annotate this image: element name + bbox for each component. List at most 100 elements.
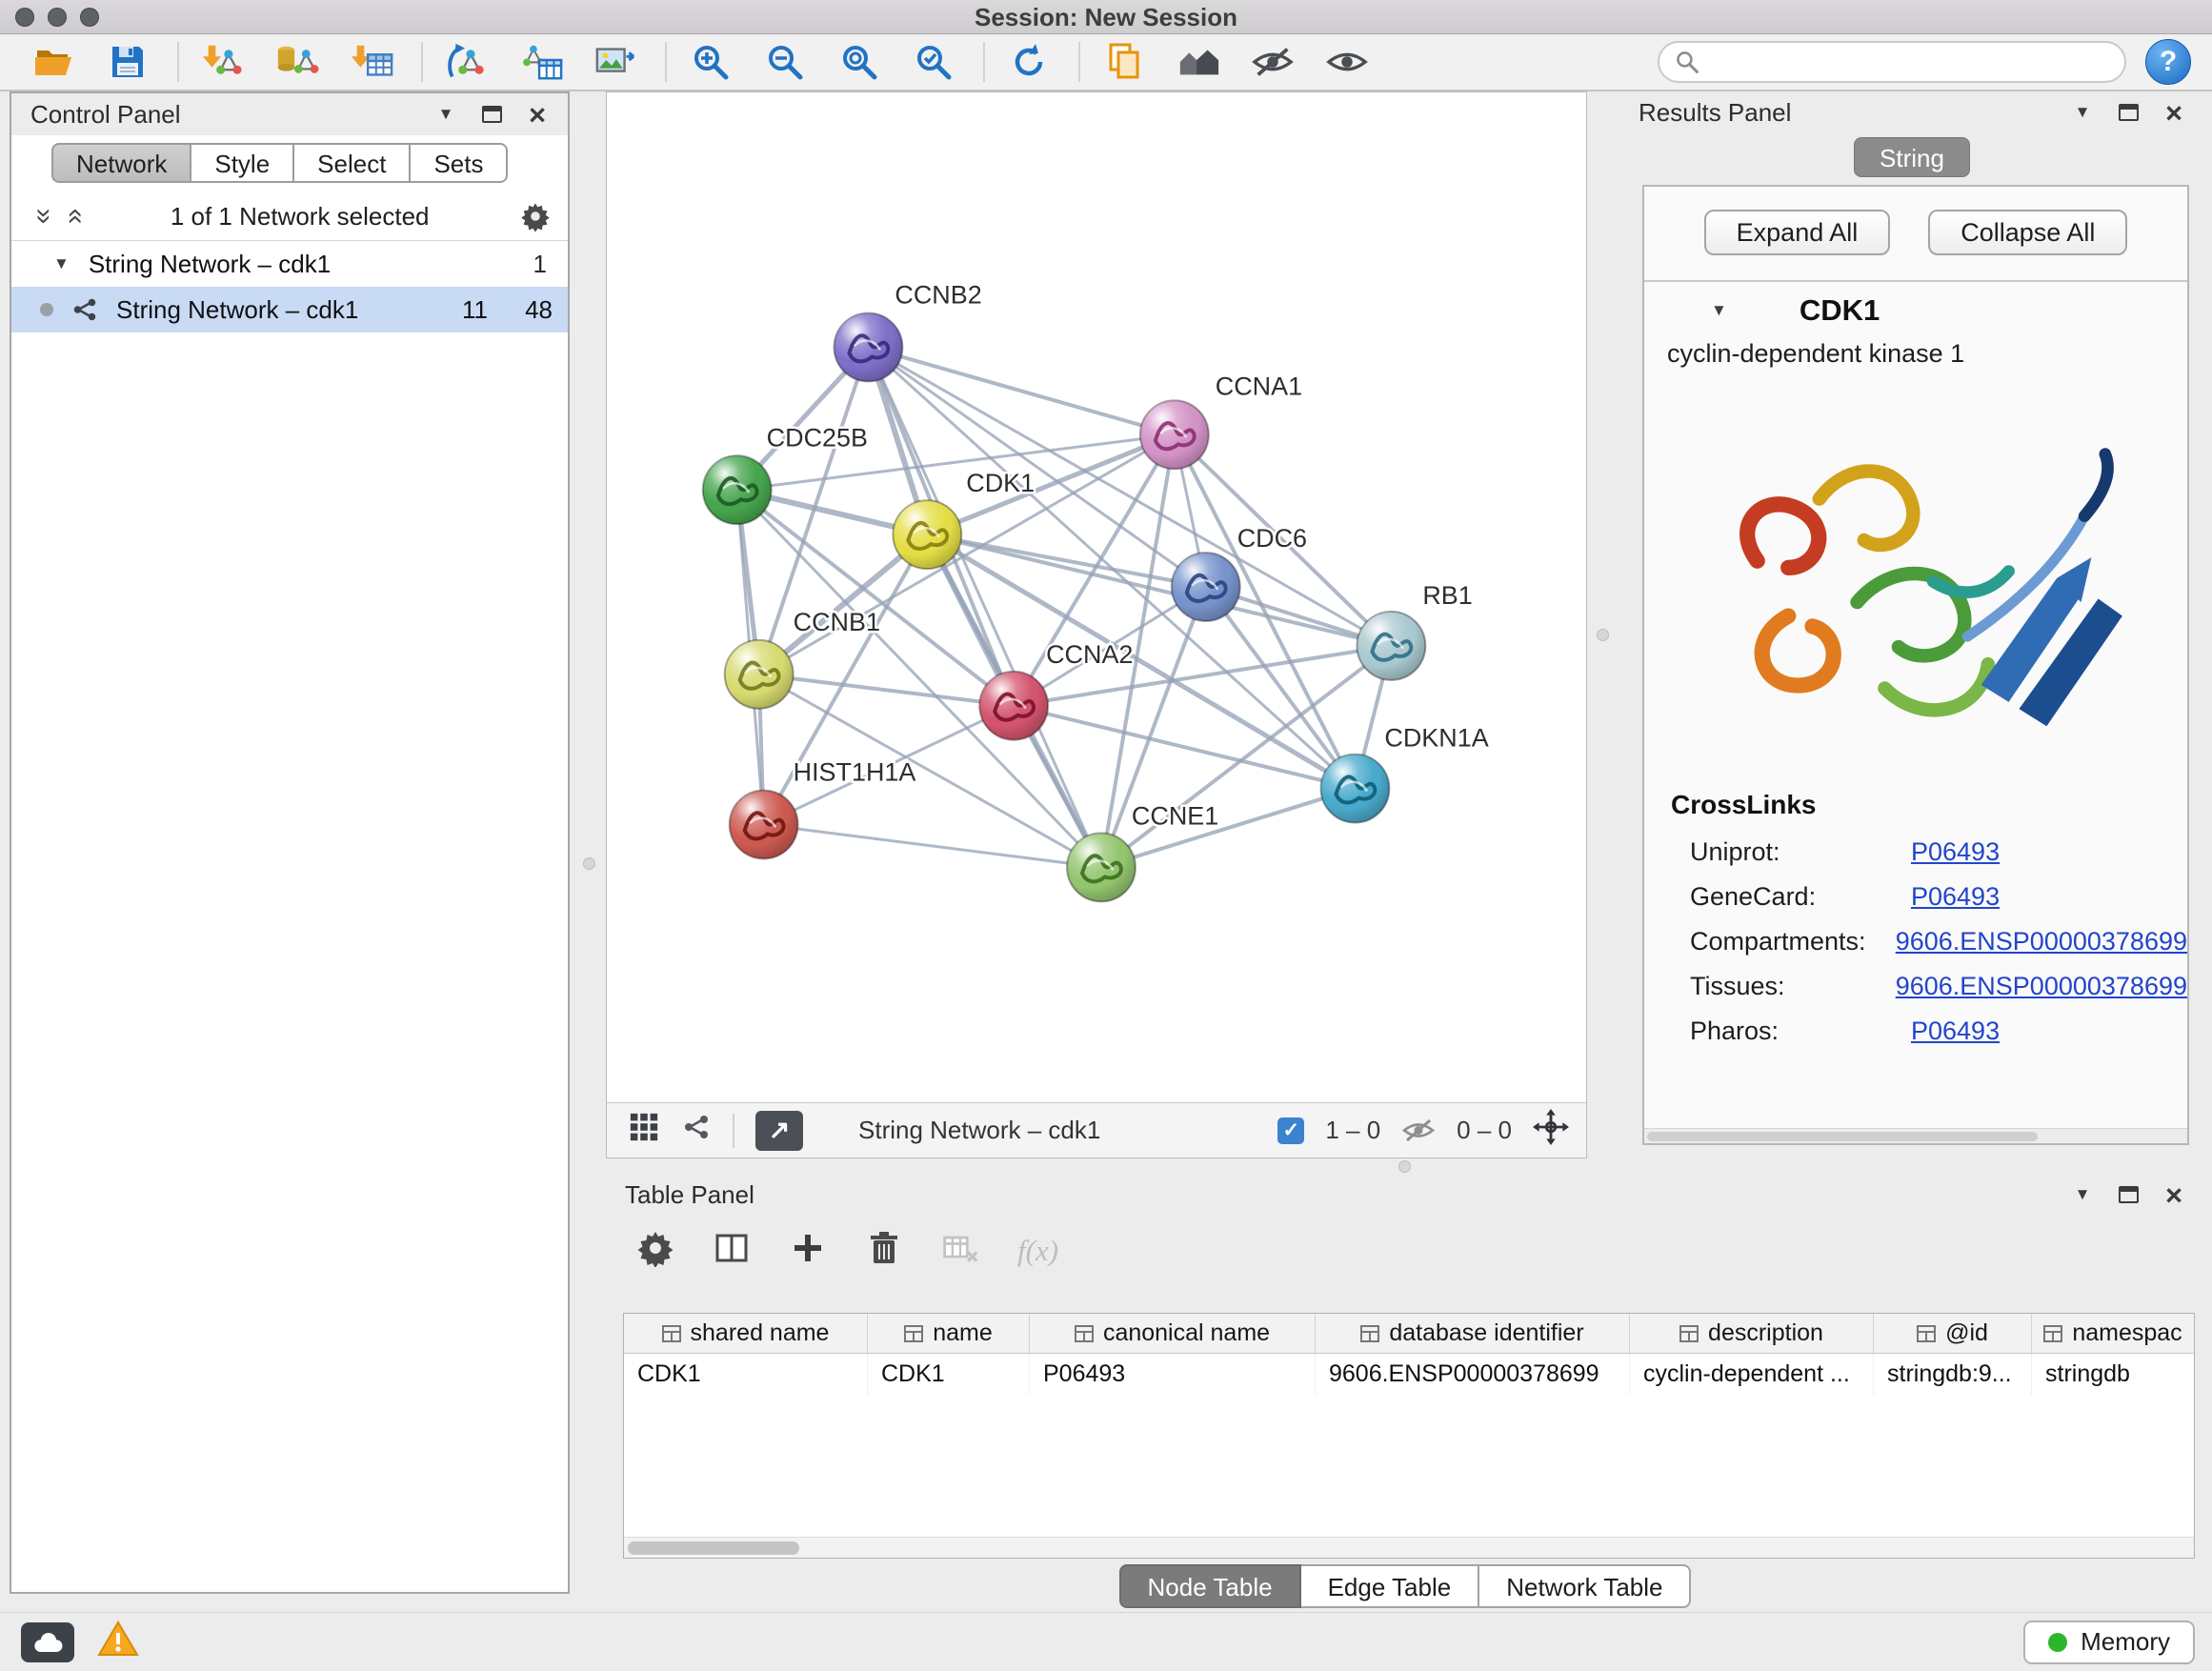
- selected-elements-checkbox[interactable]: ✓: [1277, 1117, 1304, 1144]
- zoom-fit-button[interactable]: [833, 37, 886, 87]
- copy-documents-button[interactable]: [1097, 37, 1151, 87]
- panel-menu-icon[interactable]: ▼: [429, 99, 463, 130]
- float-panel-icon[interactable]: [474, 99, 509, 130]
- detach-view-button[interactable]: ↗: [755, 1111, 803, 1151]
- close-panel-icon[interactable]: ×: [2157, 1179, 2191, 1210]
- cell-shared-name[interactable]: CDK1: [624, 1354, 868, 1395]
- save-session-button[interactable]: [101, 37, 154, 87]
- network-node-CDC6[interactable]: [1172, 553, 1240, 621]
- close-panel-icon[interactable]: ×: [520, 99, 554, 130]
- search-box[interactable]: [1658, 41, 2126, 83]
- open-session-button[interactable]: [27, 37, 80, 87]
- splitter-grip[interactable]: [583, 857, 595, 870]
- gene-entry-header[interactable]: ▼ CDK1: [1644, 282, 2187, 339]
- pharos-link[interactable]: P06493: [1911, 1017, 2000, 1046]
- table-options-button[interactable]: [636, 1229, 674, 1274]
- help-button[interactable]: ?: [2145, 39, 2191, 85]
- houses-button[interactable]: [1172, 37, 1225, 87]
- hide-selected-button[interactable]: [1246, 37, 1299, 87]
- column-header[interactable]: database identifier: [1316, 1314, 1630, 1353]
- tab-network-table[interactable]: Network Table: [1479, 1564, 1691, 1608]
- network-node-CDC25B[interactable]: [703, 455, 772, 524]
- network-node-CCNE1[interactable]: [1067, 834, 1136, 902]
- genecard-link[interactable]: P06493: [1911, 882, 2000, 912]
- tab-network[interactable]: Network: [51, 143, 191, 183]
- close-window-button[interactable]: [15, 8, 34, 27]
- search-input[interactable]: [1709, 49, 2109, 76]
- compartments-link[interactable]: 9606.ENSP00000378699: [1896, 927, 2187, 956]
- collapse-all-button[interactable]: Collapse All: [1928, 210, 2127, 255]
- tab-node-table[interactable]: Node Table: [1119, 1564, 1301, 1608]
- expand-all-networks-icon[interactable]: »: [59, 209, 88, 225]
- column-header[interactable]: namespac: [2032, 1314, 2194, 1353]
- tab-sets[interactable]: Sets: [411, 143, 508, 183]
- network-canvas[interactable]: CCNB2CCNA1CDC25BCDK1CDC6RB1CCNB1CCNA2CDK…: [607, 92, 1586, 1102]
- minimize-window-button[interactable]: [48, 8, 67, 27]
- collection-disclosure-icon[interactable]: ▼: [53, 254, 70, 273]
- create-column-button[interactable]: [789, 1229, 827, 1274]
- column-header[interactable]: canonical name: [1030, 1314, 1316, 1353]
- column-header[interactable]: name: [868, 1314, 1030, 1353]
- table-horizontal-scrollbar[interactable]: [624, 1537, 2194, 1558]
- float-panel-icon[interactable]: [2111, 97, 2145, 128]
- network-node-HIST1H1A[interactable]: [730, 791, 798, 859]
- panel-menu-icon[interactable]: ▼: [2065, 97, 2100, 128]
- cell-description[interactable]: cyclin-dependent ...: [1630, 1354, 1874, 1395]
- float-panel-icon[interactable]: [2111, 1179, 2145, 1210]
- network-node-CCNA1[interactable]: [1140, 400, 1209, 469]
- share-view-button[interactable]: [681, 1112, 712, 1149]
- tab-select[interactable]: Select: [294, 143, 411, 183]
- network-node-RB1[interactable]: [1357, 612, 1425, 680]
- splitter-grip[interactable]: [1597, 629, 1609, 641]
- table-row[interactable]: CDK1 CDK1 P06493 9606.ENSP00000378699 cy…: [624, 1354, 2194, 1395]
- tissues-link[interactable]: 9606.ENSP00000378699: [1896, 972, 2187, 1001]
- cell-id[interactable]: stringdb:9...: [1874, 1354, 2032, 1395]
- network-row-selected[interactable]: String Network – cdk1 11 48: [11, 287, 568, 332]
- network-node-CCNB1[interactable]: [725, 640, 794, 709]
- entry-disclosure-icon[interactable]: ▼: [1711, 301, 1727, 320]
- warnings-button[interactable]: [97, 1620, 139, 1664]
- cell-namespace[interactable]: stringdb: [2032, 1354, 2194, 1395]
- tab-edge-table[interactable]: Edge Table: [1301, 1564, 1480, 1608]
- results-horizontal-scrollbar[interactable]: [1644, 1128, 2187, 1143]
- import-table-from-file-button[interactable]: [345, 37, 398, 87]
- cell-database-identifier[interactable]: 9606.ENSP00000378699: [1316, 1354, 1630, 1395]
- network-node-CCNB2[interactable]: [835, 313, 903, 382]
- zoom-in-button[interactable]: [684, 37, 737, 87]
- network-node-CDKN1A[interactable]: [1321, 755, 1390, 823]
- cell-name[interactable]: CDK1: [868, 1354, 1030, 1395]
- clone-network-button[interactable]: [514, 37, 568, 87]
- zoom-out-button[interactable]: [758, 37, 812, 87]
- import-network-from-database-button[interactable]: [271, 37, 324, 87]
- delete-table-button[interactable]: [941, 1229, 979, 1274]
- birdseye-view-button[interactable]: [1533, 1109, 1569, 1152]
- refresh-button[interactable]: [1002, 37, 1056, 87]
- maximize-window-button[interactable]: [80, 8, 99, 27]
- tab-string[interactable]: String: [1854, 137, 1970, 177]
- collapse-all-networks-icon[interactable]: »: [30, 209, 58, 225]
- delete-column-button[interactable]: [865, 1229, 903, 1274]
- grid-view-button[interactable]: [628, 1111, 660, 1150]
- tab-style[interactable]: Style: [191, 143, 294, 183]
- network-list-options-button[interactable]: [518, 201, 553, 232]
- column-header[interactable]: shared name: [624, 1314, 868, 1353]
- splitter-grip[interactable]: [1398, 1160, 1411, 1173]
- show-columns-button[interactable]: [713, 1229, 751, 1274]
- panel-menu-icon[interactable]: ▼: [2065, 1179, 2100, 1210]
- uniprot-link[interactable]: P06493: [1911, 837, 2000, 867]
- new-network-from-selection-button[interactable]: [440, 37, 493, 87]
- column-header[interactable]: @id: [1874, 1314, 2032, 1353]
- memory-button[interactable]: Memory: [2023, 1621, 2195, 1664]
- network-node-CDK1[interactable]: [893, 500, 961, 569]
- network-collection-row[interactable]: ▼ String Network – cdk1 1: [11, 241, 568, 287]
- cloud-button[interactable]: [21, 1622, 74, 1662]
- function-builder-button[interactable]: f(x): [1017, 1234, 1058, 1268]
- expand-all-button[interactable]: Expand All: [1704, 210, 1891, 255]
- column-header[interactable]: description: [1630, 1314, 1874, 1353]
- zoom-selected-button[interactable]: [907, 37, 960, 87]
- export-image-button[interactable]: [589, 37, 642, 87]
- network-node-CCNA2[interactable]: [979, 672, 1048, 740]
- show-all-button[interactable]: [1320, 37, 1374, 87]
- close-panel-icon[interactable]: ×: [2157, 97, 2191, 128]
- cell-canonical-name[interactable]: P06493: [1030, 1354, 1316, 1395]
